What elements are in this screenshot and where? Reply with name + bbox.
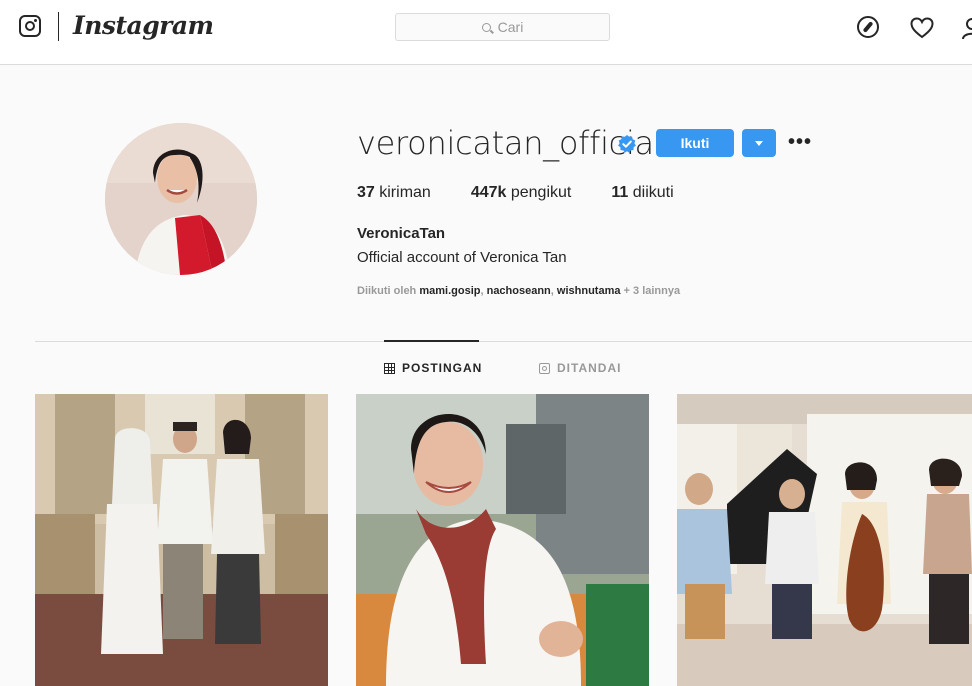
stat-following[interactable]: 11 diikuti: [611, 184, 673, 202]
stat-posts: 37 kiriman: [357, 184, 431, 202]
tagged-icon: [539, 362, 550, 374]
profile-stats: 37 kiriman 447k pengikut 11 diikuti: [357, 184, 714, 202]
followed-by-user[interactable]: wishnutama: [557, 285, 621, 297]
compass-icon[interactable]: [857, 16, 879, 38]
user-icon[interactable]: [960, 16, 972, 40]
verified-badge-icon: [617, 134, 637, 154]
followed-by-user[interactable]: mami.gosip: [419, 285, 480, 297]
follow-suggestions-dropdown-button[interactable]: [742, 129, 776, 157]
tab-tagged-label: DITANDAI: [557, 361, 622, 375]
post-thumbnail[interactable]: [677, 394, 972, 686]
top-navigation-bar: Instagram Cari: [0, 0, 972, 65]
followed-by-more[interactable]: + 3 lainnya: [624, 285, 681, 297]
post-thumbnail[interactable]: [35, 394, 328, 686]
followed-by-prefix: Diikuti oleh: [357, 285, 417, 297]
active-tab-indicator: [384, 340, 479, 342]
profile-avatar: [105, 123, 257, 275]
stat-followers-label: pengikut: [510, 184, 572, 201]
tab-tagged[interactable]: DITANDAI: [539, 361, 621, 375]
search-input[interactable]: Cari: [395, 13, 610, 41]
search-icon: [481, 22, 491, 32]
heart-icon[interactable]: [910, 16, 934, 39]
stat-posts-count: 37: [357, 184, 375, 201]
caret-down-icon: [755, 140, 763, 146]
follow-button[interactable]: Ikuti: [656, 129, 734, 157]
search-placeholder: Cari: [497, 19, 524, 35]
tab-posts-label: POSTINGAN: [402, 361, 483, 375]
instagram-wordmark-logo[interactable]: Instagram: [73, 11, 214, 40]
instagram-glyph-icon[interactable]: [19, 15, 41, 37]
stat-followers-count: 447k: [470, 184, 507, 201]
followed-by-line[interactable]: Diikuti oleh mami.gosip, nachoseann, wis…: [357, 285, 680, 297]
ellipsis-icon: •••: [788, 130, 813, 153]
stat-following-label: diikuti: [632, 184, 674, 201]
post-thumbnail[interactable]: [356, 394, 649, 686]
followed-by-user[interactable]: nachoseann: [487, 285, 551, 297]
tab-posts[interactable]: POSTINGAN: [384, 361, 482, 375]
profile-full-name: VeronicaTan: [357, 225, 446, 242]
stat-followers[interactable]: 447k pengikut: [471, 184, 572, 202]
more-options-button[interactable]: •••: [788, 130, 813, 154]
nav-divider: [58, 12, 59, 41]
stat-posts-label: kiriman: [379, 184, 431, 201]
stat-following-count: 11: [611, 184, 629, 201]
profile-bio: Official account of Veronica Tan: [357, 249, 567, 266]
tabs-divider: [35, 341, 972, 342]
grid-icon: [384, 362, 395, 374]
